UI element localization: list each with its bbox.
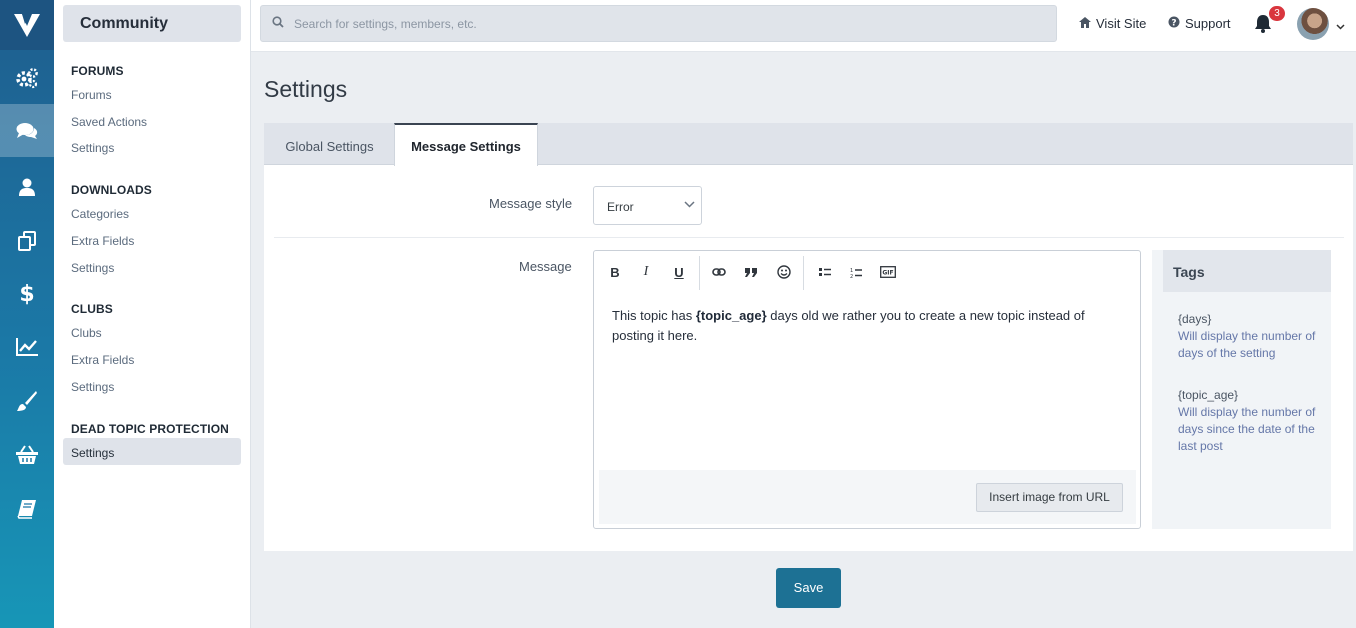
message-style-label: Message style xyxy=(489,196,573,211)
brush-icon[interactable] xyxy=(0,374,54,427)
svg-text:2: 2 xyxy=(850,274,853,278)
message-content[interactable]: This topic has {topic_age} days old we r… xyxy=(612,306,1112,346)
form-footer: Save xyxy=(264,551,1353,628)
logo-icon[interactable] xyxy=(0,0,54,50)
gif-icon[interactable]: GIF xyxy=(879,263,897,281)
sidebar-item-dead-topic-settings[interactable]: Settings xyxy=(63,438,241,465)
svg-text:$: $ xyxy=(20,282,34,305)
tags-panel: Tags {days} Will display the number of d… xyxy=(1152,250,1331,529)
chevron-down-icon xyxy=(684,199,695,213)
section-title-dead-topic-protection: DEAD TOPIC PROTECTION xyxy=(71,422,229,436)
tag-name: {topic_age} xyxy=(1178,388,1239,402)
toolbar-separator xyxy=(699,256,700,290)
copy-icon[interactable] xyxy=(0,214,54,267)
visit-site-link[interactable]: Visit Site xyxy=(1079,16,1146,31)
sidebar-item-clubs-extra-fields[interactable]: Extra Fields xyxy=(71,353,134,367)
comments-icon[interactable] xyxy=(0,104,54,157)
underline-button[interactable]: U xyxy=(670,263,688,281)
sidebar-item-clubs[interactable]: Clubs xyxy=(71,326,102,340)
tag-name: {days} xyxy=(1178,312,1212,326)
icon-rail: $ xyxy=(0,0,54,628)
sidebar-item-forums[interactable]: Forums xyxy=(71,88,112,102)
support-link[interactable]: ? Support xyxy=(1168,16,1231,31)
emoji-icon[interactable] xyxy=(775,263,793,281)
avatar[interactable] xyxy=(1297,8,1329,40)
sidebar-item-categories[interactable]: Categories xyxy=(71,207,129,221)
shopping-basket-icon[interactable] xyxy=(0,428,54,481)
svg-text:?: ? xyxy=(1171,19,1176,29)
quote-icon[interactable] xyxy=(742,263,760,281)
tag-description: Will display the number of days since th… xyxy=(1178,405,1316,453)
insert-image-url-button[interactable]: Insert image from URL xyxy=(976,483,1123,512)
cogs-icon[interactable] xyxy=(0,51,54,104)
message-text-before: This topic has xyxy=(612,308,696,323)
page-title: Settings xyxy=(264,76,348,102)
message-editor[interactable]: B I U 12 GIF This topic has {topic_age} … xyxy=(593,250,1141,529)
svg-text:GIF: GIF xyxy=(882,270,893,277)
dollar-icon[interactable]: $ xyxy=(0,266,54,319)
bold-button[interactable]: B xyxy=(606,263,624,281)
tag-item: {topic_age} Will display the number of d… xyxy=(1178,387,1318,455)
sidebar-item-forums-settings[interactable]: Settings xyxy=(71,141,114,155)
sidebar-item-saved-actions[interactable]: Saved Actions xyxy=(71,115,147,129)
app-title[interactable]: Community xyxy=(63,5,241,42)
message-style-value: Error xyxy=(607,200,634,214)
message-tag-topic-age: {topic_age} xyxy=(695,308,767,323)
tags-title: Tags xyxy=(1163,250,1331,292)
question-circle-icon: ? xyxy=(1168,16,1180,31)
chevron-down-icon[interactable] xyxy=(1336,18,1345,33)
search-icon xyxy=(272,16,284,31)
message-style-select[interactable]: Error xyxy=(593,186,702,225)
section-title-forums: FORUMS xyxy=(71,64,124,78)
toolbar-separator xyxy=(803,256,804,290)
user-icon[interactable] xyxy=(0,160,54,213)
save-button[interactable]: Save xyxy=(776,568,841,608)
editor-footer: Insert image from URL xyxy=(599,470,1136,524)
tab-global-settings[interactable]: Global Settings xyxy=(264,123,395,165)
link-icon[interactable] xyxy=(710,263,728,281)
editor-toolbar: B I U 12 GIF xyxy=(594,251,1140,294)
sidebar-item-downloads-extra-fields[interactable]: Extra Fields xyxy=(71,234,134,248)
search-input[interactable] xyxy=(294,16,994,31)
section-title-clubs: CLUBS xyxy=(71,302,113,316)
tab-message-settings[interactable]: Message Settings xyxy=(394,123,538,166)
settings-sidebar: Community FORUMS Forums Saved Actions Se… xyxy=(54,0,251,628)
support-label: Support xyxy=(1185,16,1231,31)
tag-item: {days} Will display the number of days o… xyxy=(1178,311,1318,362)
tag-description: Will display the number of days of the s… xyxy=(1178,329,1316,360)
home-icon xyxy=(1079,16,1091,31)
visit-site-label: Visit Site xyxy=(1096,16,1147,31)
section-title-downloads: DOWNLOADS xyxy=(71,183,152,197)
search-box[interactable] xyxy=(260,5,1057,42)
top-bar: Visit Site ? Support 3 xyxy=(251,0,1356,52)
bulleted-list-icon[interactable] xyxy=(816,263,834,281)
numbered-list-icon[interactable]: 12 xyxy=(847,263,865,281)
sidebar-item-clubs-settings[interactable]: Settings xyxy=(71,380,114,394)
tab-bar: Global Settings Message Settings xyxy=(264,123,1353,166)
line-chart-icon[interactable] xyxy=(0,320,54,373)
sidebar-item-downloads-settings[interactable]: Settings xyxy=(71,261,114,275)
divider xyxy=(274,237,1344,238)
notification-badge: 3 xyxy=(1269,6,1285,21)
message-label: Message xyxy=(519,259,572,274)
italic-button[interactable]: I xyxy=(637,263,655,281)
book-icon[interactable] xyxy=(0,482,54,535)
